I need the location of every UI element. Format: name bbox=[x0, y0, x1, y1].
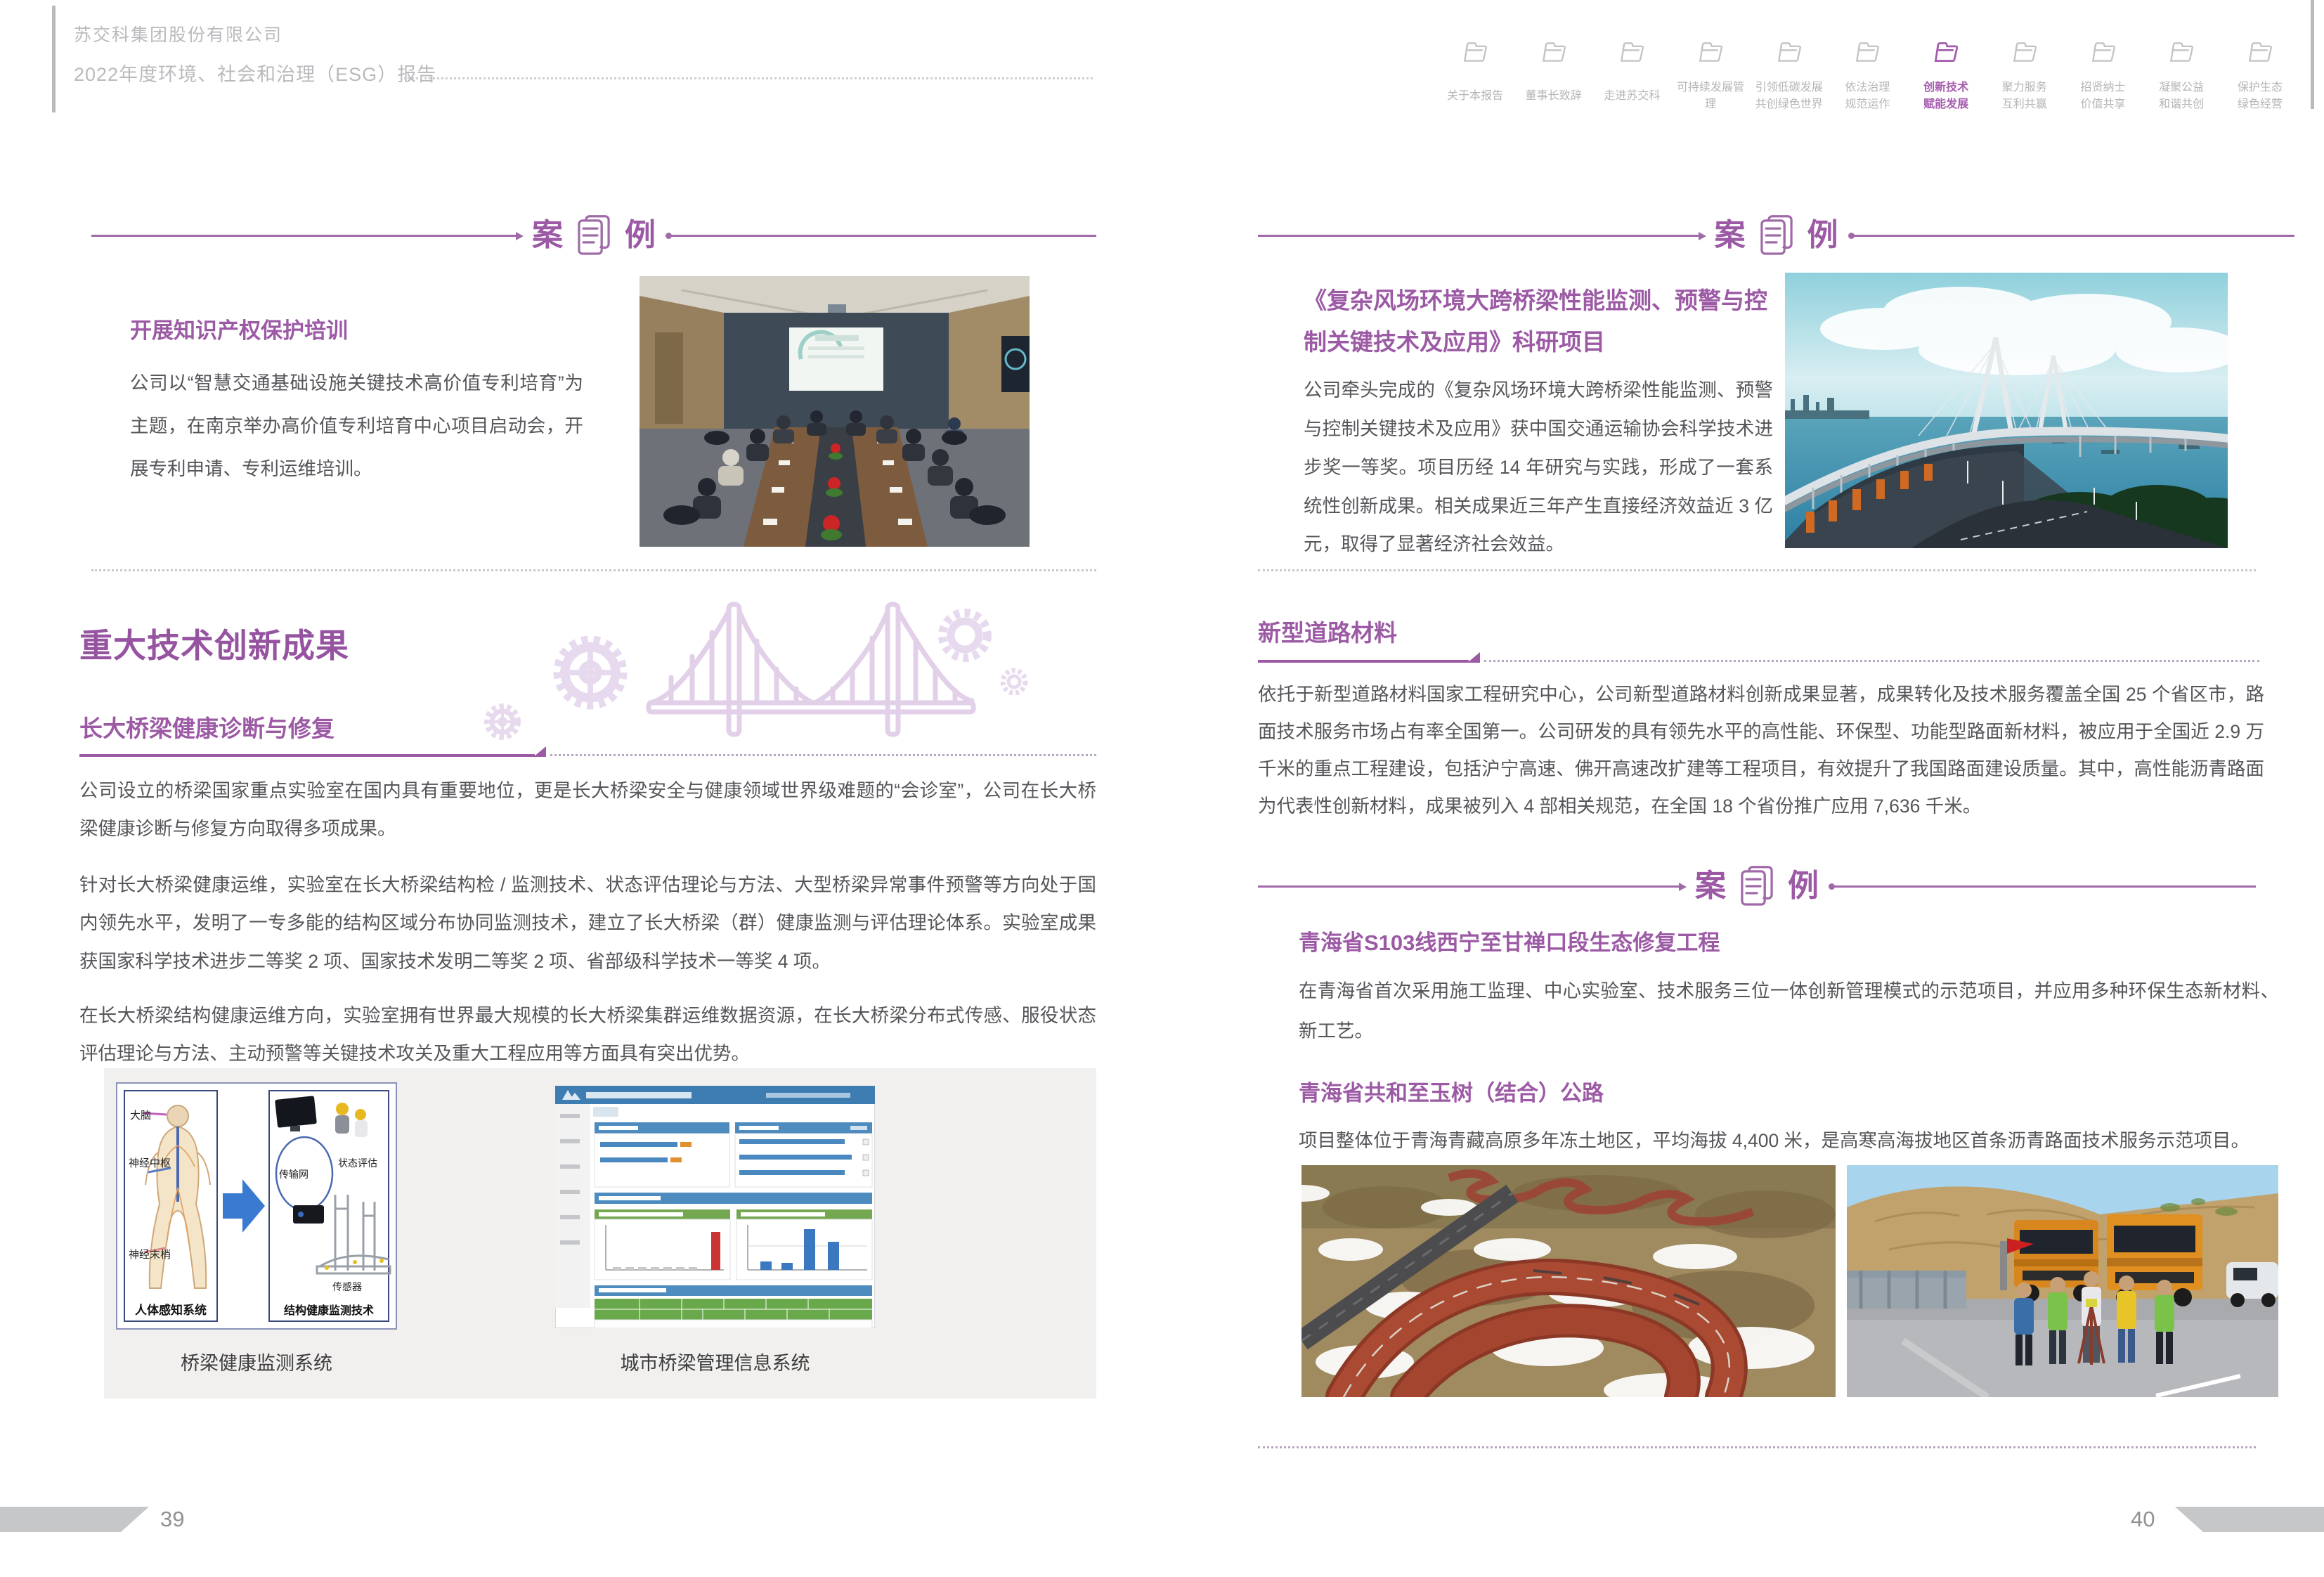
chapter-nav: 关于本报告 董事长致辞 走进苏交科 可持续发展管理 引领低碳发展共创绿色世界 依… bbox=[1437, 39, 2298, 113]
nav-label: 保护生态绿色经营 bbox=[2238, 79, 2283, 113]
case-line-left bbox=[1258, 885, 1684, 888]
right-bottom-dotted bbox=[1258, 1446, 2256, 1448]
road-materials-body: 依托于新型道路材料国家工程研究中心，公司新型道路材料创新成果显著，成果转化及技术… bbox=[1258, 676, 2264, 825]
case-body-qinghai-s103: 在青海省首次采用施工监理、中心实验室、技术服务三位一体创新管理模式的示范项目，并… bbox=[1299, 971, 2279, 1051]
folder-icon bbox=[1696, 39, 1725, 64]
nav-label: 关于本报告 bbox=[1447, 79, 1503, 113]
svg-text:传感器: 传感器 bbox=[332, 1281, 362, 1292]
case-title-ip-training: 开展知识产权保护培训 bbox=[130, 313, 348, 344]
case-body-gonghe-yushu: 项目整体位于青海青藏高原多年冻土地区，平均海拔 4,400 米，是高寒高海拔地区… bbox=[1299, 1122, 2279, 1160]
section-title-innovation: 重大技术创新成果 bbox=[79, 618, 349, 667]
svg-text:神经中枢: 神经中枢 bbox=[129, 1157, 171, 1169]
folder-icon bbox=[1617, 39, 1647, 64]
paragraph-2: 针对长大桥梁健康运维，实验室在长大桥梁结构检 / 监测技术、状态评估理论与方法、… bbox=[79, 866, 1096, 980]
svg-text:大脑: 大脑 bbox=[130, 1110, 151, 1122]
folder-icon bbox=[1460, 39, 1490, 64]
folder-icon bbox=[1774, 39, 1804, 64]
nav-label: 可持续发展管理 bbox=[1673, 79, 1748, 113]
nav-label: 招贤纳士价值共享 bbox=[2080, 79, 2125, 113]
case-header-left: 案 例 bbox=[91, 211, 1096, 260]
nav-item-10[interactable]: 凝聚公益和谐共创 bbox=[2143, 39, 2219, 113]
nav-item-8[interactable]: 聚力服务互利共赢 bbox=[1987, 39, 2063, 113]
section-title-road-materials: 新型道路材料 bbox=[1258, 614, 1397, 648]
header-right-bar bbox=[2311, 0, 2314, 109]
right-separator-dotted bbox=[1258, 569, 2256, 571]
header-dotted-line bbox=[404, 77, 1093, 79]
winding-road-photo bbox=[1301, 1165, 1836, 1397]
folder-icon bbox=[2010, 39, 2039, 64]
nav-item-5[interactable]: 引领低碳发展共创绿色世界 bbox=[1751, 39, 1827, 113]
footer-ribbon-left bbox=[0, 1507, 149, 1532]
paragraph-1: 公司设立的桥梁国家重点实验室在国内具有重要地位，更是长大桥梁安全与健康领域世界级… bbox=[79, 772, 1096, 848]
nav-item-7-active[interactable]: 创新技术赋能发展 bbox=[1908, 39, 1984, 113]
footer-ribbon-right bbox=[2175, 1507, 2324, 1532]
figure-caption-left: 桥梁健康监测系统 bbox=[116, 1348, 397, 1375]
bridge-gears-decoration bbox=[439, 592, 1037, 743]
case-title-research-project: 《复杂风场环境大跨桥梁性能监测、预警与控制关键技术及应用》科研项目 bbox=[1304, 280, 1789, 363]
svg-text:传输网: 传输网 bbox=[279, 1169, 309, 1180]
left-separator-dotted bbox=[91, 569, 1096, 571]
case-char-an: 案 bbox=[532, 220, 563, 251]
page-number-left: 39 bbox=[160, 1507, 184, 1532]
case-char-li: 例 bbox=[625, 220, 656, 251]
case-title-qinghai-s103: 青海省S103线西宁至甘禅口段生态修复工程 bbox=[1299, 925, 1720, 956]
nav-item-11[interactable]: 保护生态绿色经营 bbox=[2222, 39, 2298, 113]
folder-icon bbox=[1931, 39, 1961, 64]
nav-label: 凝聚公益和谐共创 bbox=[2159, 79, 2204, 113]
meeting-room-photo bbox=[640, 276, 1030, 547]
svg-text:人体感知系统: 人体感知系统 bbox=[135, 1303, 207, 1317]
nav-label: 创新技术赋能发展 bbox=[1923, 79, 1968, 113]
road-materials-rule bbox=[1258, 652, 2259, 663]
svg-text:状态评估: 状态评估 bbox=[338, 1157, 377, 1169]
folder-icon bbox=[2089, 39, 2118, 64]
nav-item-2[interactable]: 董事长致辞 bbox=[1516, 39, 1592, 113]
nav-item-6[interactable]: 依法治理规范运作 bbox=[1829, 39, 1905, 113]
case-document-icon bbox=[1737, 864, 1777, 908]
svg-text:神经末梢: 神经末梢 bbox=[129, 1249, 171, 1261]
case-document-icon bbox=[1757, 214, 1796, 257]
folder-icon bbox=[2245, 39, 2275, 64]
nav-label: 依法治理规范运作 bbox=[1845, 79, 1890, 113]
case-line-right bbox=[667, 235, 1096, 237]
svg-text:结构健康监测技术: 结构健康监测技术 bbox=[283, 1304, 374, 1317]
bridge-health-figure: 大脑 神经中枢 神经末梢 人体感知系统 传输网 状态评估 传感器 结构健康 bbox=[116, 1082, 397, 1330]
subsection-title-bridge-health: 长大桥梁健康诊断与修复 bbox=[79, 710, 335, 744]
bridge-photo bbox=[1785, 273, 2228, 548]
subsection-rule bbox=[79, 746, 1096, 757]
case-line-right bbox=[1850, 235, 2295, 237]
folder-icon bbox=[1539, 39, 1569, 64]
case-header-right-2: 案 例 bbox=[1258, 862, 2256, 911]
nav-item-9[interactable]: 招贤纳士价值共享 bbox=[2065, 39, 2141, 113]
company-name: 苏交科集团股份有限公司 bbox=[74, 21, 283, 46]
road-survey-photo bbox=[1847, 1165, 2278, 1397]
nav-label: 走进苏交科 bbox=[1604, 79, 1660, 113]
nav-item-4[interactable]: 可持续发展管理 bbox=[1673, 39, 1748, 113]
case-title-gonghe-yushu: 青海省共和至玉树（结合）公路 bbox=[1299, 1075, 1604, 1107]
case-line-left bbox=[1258, 235, 1703, 237]
case-line-right bbox=[1830, 885, 2256, 888]
header-left-bar bbox=[52, 6, 56, 112]
page-number-right: 40 bbox=[2131, 1507, 2155, 1532]
esg-report-spread: 苏交科集团股份有限公司 2022年度环境、社会和治理（ESG）报告 关于本报告 … bbox=[0, 0, 2324, 1577]
folder-icon bbox=[1852, 39, 1882, 64]
case-document-icon bbox=[574, 214, 614, 257]
case-line-left bbox=[91, 235, 521, 237]
nav-item-1[interactable]: 关于本报告 bbox=[1437, 39, 1513, 113]
folder-icon bbox=[2167, 39, 2196, 64]
paragraph-3: 在长大桥梁结构健康运维方向，实验室拥有世界最大规模的长大桥梁集群运维数据资源，在… bbox=[79, 997, 1096, 1073]
nav-item-3[interactable]: 走进苏交科 bbox=[1594, 39, 1670, 113]
case-body-ip-training: 公司以“智慧交通基础设施关键技术高价值专利培育”为主题，在南京举办高价值专利培育… bbox=[130, 362, 583, 491]
bridge-info-system-figure bbox=[555, 1086, 875, 1328]
figure-caption-right: 城市桥梁管理信息系统 bbox=[555, 1348, 875, 1375]
nav-label: 引领低碳发展共创绿色世界 bbox=[1755, 79, 1823, 113]
case-body-research-project: 公司牵头完成的《复杂风场环境大跨桥梁性能监测、预警与控制关键技术及应用》获中国交… bbox=[1304, 371, 1773, 564]
report-title: 2022年度环境、社会和治理（ESG）报告 bbox=[74, 59, 436, 86]
nav-label: 董事长致辞 bbox=[1526, 79, 1582, 113]
nav-label: 聚力服务互利共赢 bbox=[2002, 79, 2047, 113]
case-header-right-1: 案 例 bbox=[1258, 211, 2294, 260]
